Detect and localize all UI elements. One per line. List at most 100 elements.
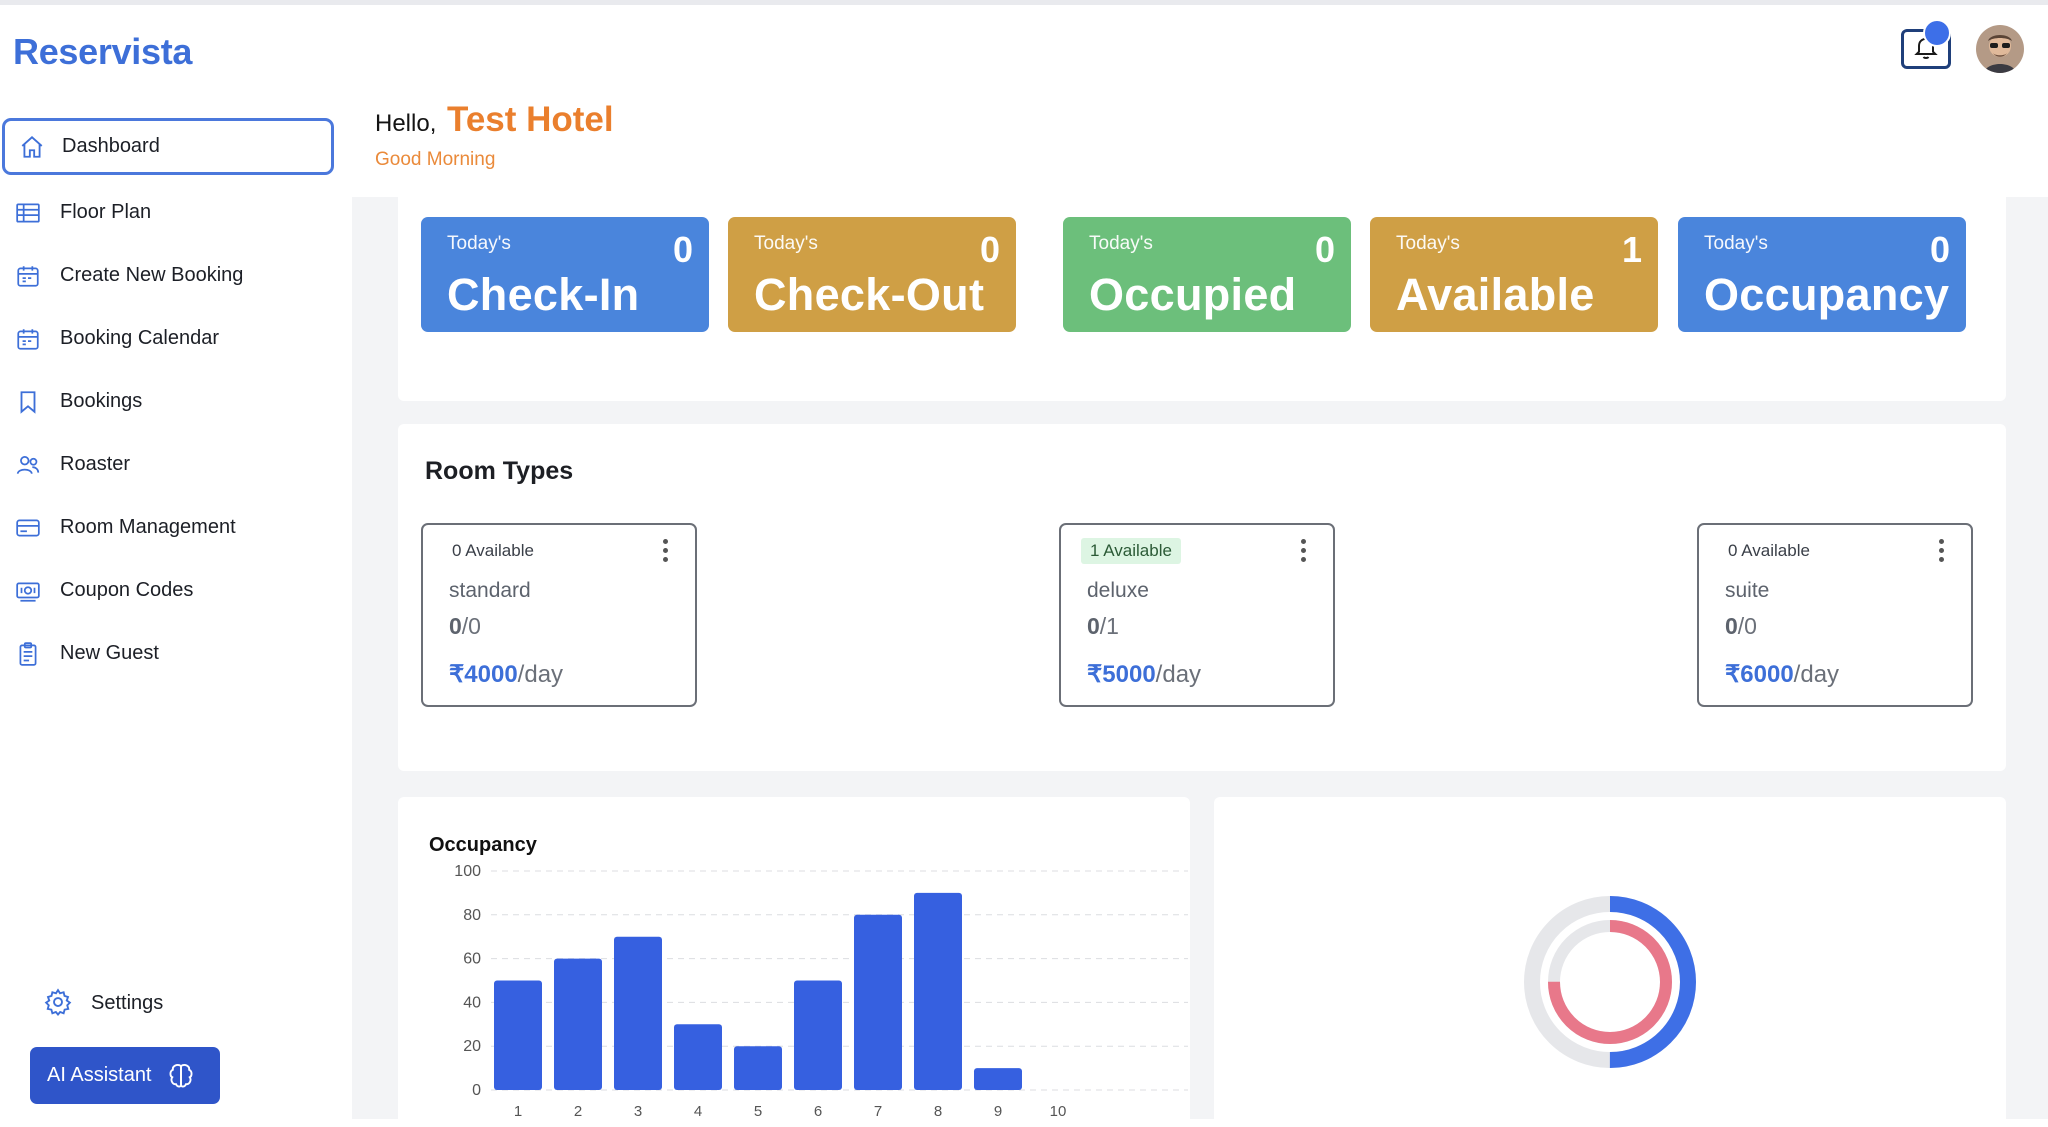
x-tick-label: 7 [874, 1103, 882, 1120]
settings-link[interactable]: Settings [43, 987, 163, 1019]
brain-icon [166, 1061, 196, 1091]
stat-card-check-out[interactable]: Today's 0 Check-Out [728, 217, 1016, 332]
sidebar-item-room-management[interactable]: Room Management [0, 496, 352, 559]
sidebar-item-new-guest[interactable]: New Guest [0, 622, 352, 685]
sidebar-item-booking-calendar[interactable]: Booking Calendar [0, 307, 352, 370]
bar[interactable] [734, 1046, 782, 1090]
bar[interactable] [794, 980, 842, 1091]
x-tick-label: 4 [694, 1103, 702, 1120]
sidebar-item-roaster[interactable]: Roaster [0, 433, 352, 496]
sidebar-item-bookings[interactable]: Bookings [0, 370, 352, 433]
x-tick-label: 6 [814, 1103, 822, 1120]
gear-icon [43, 987, 75, 1019]
more-options-icon[interactable] [663, 539, 669, 565]
room-types-title: Room Types [425, 457, 574, 485]
stat-title: Check-In [447, 269, 640, 320]
stat-title: Occupancy [1704, 269, 1950, 320]
stat-card-occupancy[interactable]: Today's 0 Occupancy [1678, 217, 1966, 332]
donut-chart [1524, 896, 1696, 1068]
sidebar-item-label: Floor Plan [60, 201, 152, 223]
room-type-name: deluxe [1087, 579, 1149, 602]
room-price: ₹4000/day [449, 661, 564, 688]
stat-label-small: Today's [1396, 233, 1460, 254]
stat-card-occupied[interactable]: Today's 0 Occupied [1063, 217, 1351, 332]
room-types-panel: Room Types 0 Available standard 0/0 ₹400… [398, 424, 2006, 771]
stat-label-small: Today's [447, 233, 511, 254]
sidebar-item-label: Roaster [60, 453, 131, 475]
x-tick-label: 2 [574, 1103, 582, 1120]
x-tick-label: 1 [514, 1103, 522, 1120]
y-tick-label: 20 [463, 1038, 481, 1055]
room-card-suite[interactable]: 0 Available suite 0/0 ₹6000/day [1697, 523, 1973, 707]
ai-assistant-label: AI Assistant [47, 1064, 152, 1086]
x-tick-label: 9 [994, 1103, 1002, 1120]
brand-logo[interactable]: Reservista [13, 31, 192, 73]
stat-count: 0 [979, 229, 1000, 270]
bar[interactable] [494, 980, 542, 1091]
room-card-deluxe[interactable]: 1 Available deluxe 0/1 ₹5000/day [1059, 523, 1335, 707]
room-price: ₹5000/day [1087, 661, 1202, 688]
occupancy-chart-panel: Occupancy 0 20 40 60 80 100 1 2 3 4 5 6 7 8 9 10 [398, 797, 1190, 1127]
sidebar-item-label: Room Management [60, 516, 236, 538]
stat-count: 0 [1929, 229, 1950, 270]
y-tick-label: 100 [454, 863, 481, 880]
sidebar-item-label: Dashboard [62, 135, 160, 157]
stat-title: Available [1396, 269, 1595, 320]
sidebar-item-dashboard[interactable]: Dashboard [2, 118, 334, 175]
room-occupancy-ratio: 0/1 [1087, 613, 1119, 639]
bar[interactable] [854, 914, 902, 1090]
stat-label-small: Today's [754, 233, 818, 254]
bar[interactable] [674, 1024, 722, 1090]
stat-count: 1 [1621, 229, 1642, 270]
hello-text: Hello, [375, 110, 437, 137]
calendar-icon [14, 325, 42, 353]
y-tick-label: 60 [463, 951, 481, 968]
x-tick-label: 10 [1050, 1103, 1067, 1120]
donut-chart-panel [1214, 797, 2006, 1127]
y-tick-label: 0 [472, 1082, 481, 1099]
stat-label-small: Today's [1089, 233, 1153, 254]
more-options-icon[interactable] [1939, 539, 1945, 565]
more-options-icon[interactable] [1301, 539, 1307, 565]
bar[interactable] [554, 958, 602, 1090]
availability-badge: 1 Available [1081, 538, 1181, 564]
hotel-name: Test Hotel [447, 100, 614, 139]
sidebar-item-coupon-codes[interactable]: Coupon Codes [0, 559, 352, 622]
stat-count: 0 [672, 229, 693, 270]
home-icon [18, 133, 46, 161]
sidebar-item-label: Bookings [60, 390, 143, 412]
y-tick-label: 40 [463, 994, 481, 1011]
stat-label-small: Today's [1704, 233, 1768, 254]
settings-label: Settings [91, 991, 164, 1014]
users-icon [14, 451, 42, 479]
avatar[interactable] [1976, 25, 2024, 73]
sidebar-item-label: New Guest [60, 642, 159, 664]
room-price: ₹6000/day [1725, 661, 1840, 688]
bar[interactable] [614, 936, 662, 1090]
sidebar-item-floor-plan[interactable]: Floor Plan [0, 181, 352, 244]
stats-panel: Today's 0 Check-In Today's 0 Check-Out T… [398, 197, 2006, 401]
ai-assistant-button[interactable]: AI Assistant [30, 1047, 220, 1104]
main-content: Today's 0 Check-In Today's 0 Check-Out T… [352, 197, 2048, 1127]
x-tick-label: 5 [754, 1103, 762, 1120]
stat-title: Occupied [1089, 269, 1297, 320]
room-occupancy-ratio: 0/0 [1725, 613, 1757, 639]
stat-card-available[interactable]: Today's 1 Available [1370, 217, 1658, 332]
calendar-icon [14, 262, 42, 290]
sidebar-item-label: Create New Booking [60, 264, 244, 286]
card-icon [14, 514, 42, 542]
stat-title: Check-Out [754, 269, 985, 320]
bar[interactable] [974, 1068, 1022, 1090]
bar[interactable] [914, 892, 962, 1090]
coupon-icon [14, 577, 42, 605]
y-tick-label: 80 [463, 907, 481, 924]
room-occupancy-ratio: 0/0 [449, 613, 481, 639]
stat-card-check-in[interactable]: Today's 0 Check-In [421, 217, 709, 332]
greeting-heading: Hello, Test Hotel [375, 100, 614, 140]
table-icon [14, 199, 42, 227]
occupancy-bar-chart: 0 20 40 60 80 100 1 2 3 4 5 6 7 8 9 10 [454, 863, 1188, 1120]
room-card-standard[interactable]: 0 Available standard 0/0 ₹4000/day [421, 523, 697, 707]
clipboard-icon [14, 640, 42, 668]
sidebar-nav: Dashboard Floor Plan Create New Booking … [0, 118, 352, 685]
sidebar-item-create-new-booking[interactable]: Create New Booking [0, 244, 352, 307]
